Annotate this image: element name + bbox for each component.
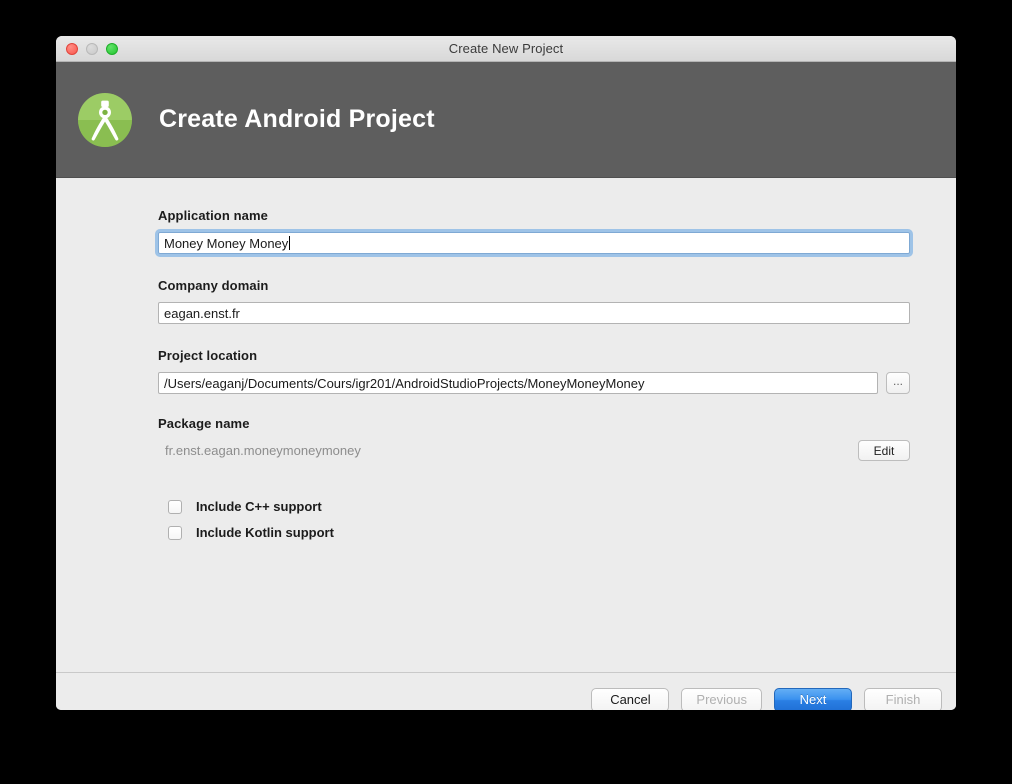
application-name-group: Application name Money Money Money [56, 208, 956, 257]
project-location-value: /Users/eaganj/Documents/Cours/igr201/And… [164, 375, 645, 391]
zoom-button[interactable] [106, 42, 118, 55]
include-cpp-support-row[interactable]: Include C++ support [168, 499, 956, 514]
next-button[interactable]: Next [774, 687, 852, 710]
package-name-label: Package name [158, 416, 250, 431]
project-location-label: Project location [158, 348, 258, 363]
dialog-footer: Cancel Previous Next Finish [56, 672, 956, 710]
include-kotlin-support-checkbox[interactable] [168, 525, 182, 540]
cancel-button[interactable]: Cancel [591, 687, 670, 710]
browse-folder-button[interactable]: ... [886, 372, 910, 394]
include-cpp-support-checkbox[interactable] [168, 499, 182, 514]
previous-button[interactable]: Previous [681, 687, 762, 710]
company-domain-group: Company domain eagan.enst.fr [56, 278, 956, 324]
application-name-focus-ring: Money Money Money [155, 229, 913, 257]
package-name-group: Package name fr.enst.eagan.moneymoneymon… [56, 416, 956, 461]
company-domain-label: Company domain [158, 278, 269, 293]
project-location-row: /Users/eaganj/Documents/Cours/igr201/And… [158, 372, 910, 394]
company-domain-value: eagan.enst.fr [164, 305, 240, 321]
finish-button[interactable]: Finish [864, 687, 942, 710]
package-name-value: fr.enst.eagan.moneymoneymoney [165, 443, 361, 458]
window-title: Create New Project [448, 41, 564, 56]
project-location-input[interactable]: /Users/eaganj/Documents/Cours/igr201/And… [158, 372, 878, 394]
android-studio-logo-icon [77, 92, 133, 148]
include-kotlin-support-row[interactable]: Include Kotlin support [168, 525, 956, 540]
support-options-group: Include C++ support Include Kotlin suppo… [56, 461, 956, 540]
project-location-group: Project location /Users/eaganj/Documents… [56, 348, 956, 394]
package-name-row: fr.enst.eagan.moneymoneymoney Edit [158, 440, 910, 461]
window-titlebar: Create New Project [56, 36, 956, 62]
text-caret [289, 236, 291, 250]
application-name-value: Money Money Money [164, 235, 289, 251]
create-new-project-window: Create New Project Create Android Projec… [56, 36, 956, 710]
dialog-header: Create Android Project [56, 62, 956, 178]
minimize-button[interactable] [86, 42, 98, 55]
close-button[interactable] [66, 42, 78, 55]
edit-package-name-button[interactable]: Edit [858, 440, 910, 461]
dialog-body: Application name Money Money Money Compa… [56, 178, 956, 672]
application-name-label: Application name [158, 208, 268, 223]
dialog-header-title: Create Android Project [159, 105, 435, 133]
application-name-input[interactable]: Money Money Money [158, 232, 910, 254]
traffic-light-group [56, 42, 118, 55]
include-kotlin-support-label: Include Kotlin support [196, 525, 334, 540]
include-cpp-support-label: Include C++ support [196, 499, 322, 514]
company-domain-input[interactable]: eagan.enst.fr [158, 302, 910, 324]
